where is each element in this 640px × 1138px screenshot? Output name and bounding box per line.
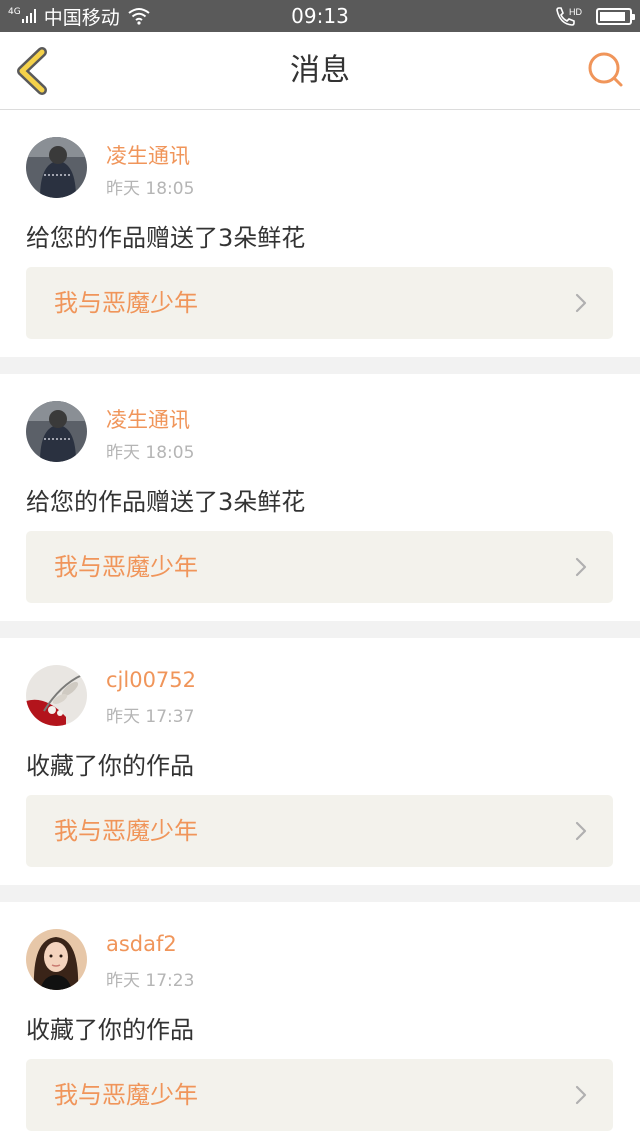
avatar-image [26, 929, 87, 990]
username[interactable]: 凌生通讯 [106, 404, 190, 434]
avatar[interactable] [26, 137, 87, 198]
chevron-right-icon [575, 1085, 587, 1105]
username[interactable]: cjl00752 [106, 668, 196, 692]
call-hd-icon: HD [556, 7, 582, 26]
work-link[interactable]: 我与恶魔少年 [26, 267, 613, 339]
message-list: 凌生通讯 昨天 18:05 给您的作品赠送了3朵鲜花 我与恶魔少年 凌生通讯 昨… [0, 110, 640, 1138]
avatar[interactable] [26, 929, 87, 990]
timestamp: 昨天 18:05 [106, 443, 195, 463]
username[interactable]: 凌生通讯 [106, 140, 190, 170]
chevron-right-icon [575, 821, 587, 841]
message-card: cjl00752 昨天 17:37 收藏了你的作品 我与恶魔少年 [0, 638, 640, 885]
search-icon [588, 52, 623, 87]
message-text: 收藏了你的作品 [26, 1016, 194, 1044]
work-title: 我与恶魔少年 [54, 289, 198, 317]
chevron-left-icon [17, 47, 47, 95]
work-link[interactable]: 我与恶魔少年 [26, 795, 613, 867]
status-right: HD [554, 0, 635, 32]
message-text: 收藏了你的作品 [26, 752, 194, 780]
message-text: 给您的作品赠送了3朵鲜花 [26, 224, 306, 252]
message-card: 凌生通讯 昨天 18:05 给您的作品赠送了3朵鲜花 我与恶魔少年 [0, 110, 640, 357]
message-card: 凌生通讯 昨天 18:05 给您的作品赠送了3朵鲜花 我与恶魔少年 [0, 374, 640, 621]
battery-level [600, 11, 626, 21]
timestamp: 昨天 18:05 [106, 179, 195, 199]
status-bar: 4G 中国移动 09:13 HD [0, 0, 640, 32]
message-card: asdaf2 昨天 17:23 收藏了你的作品 我与恶魔少年 [0, 902, 640, 1138]
work-link[interactable]: 我与恶魔少年 [26, 1059, 613, 1131]
timestamp: 昨天 17:37 [106, 707, 195, 727]
work-title: 我与恶魔少年 [54, 817, 198, 845]
battery-icon [596, 7, 635, 25]
avatar-image [26, 401, 87, 462]
work-title: 我与恶魔少年 [54, 1081, 198, 1109]
nav-bar: 消息 [0, 32, 640, 110]
clock: 09:13 [291, 4, 349, 28]
avatar-image [26, 137, 87, 198]
svg-text:HD: HD [569, 7, 582, 17]
back-button[interactable] [10, 46, 58, 96]
work-title: 我与恶魔少年 [54, 553, 198, 581]
search-button[interactable] [586, 50, 626, 90]
avatar-image [26, 665, 87, 726]
chevron-right-icon [575, 557, 587, 577]
avatar[interactable] [26, 401, 87, 462]
timestamp: 昨天 17:23 [106, 971, 195, 991]
chevron-right-icon [575, 293, 587, 313]
page-title: 消息 [290, 53, 350, 88]
username[interactable]: asdaf2 [106, 932, 177, 956]
work-link[interactable]: 我与恶魔少年 [26, 531, 613, 603]
avatar[interactable] [26, 665, 87, 726]
message-text: 给您的作品赠送了3朵鲜花 [26, 488, 306, 516]
